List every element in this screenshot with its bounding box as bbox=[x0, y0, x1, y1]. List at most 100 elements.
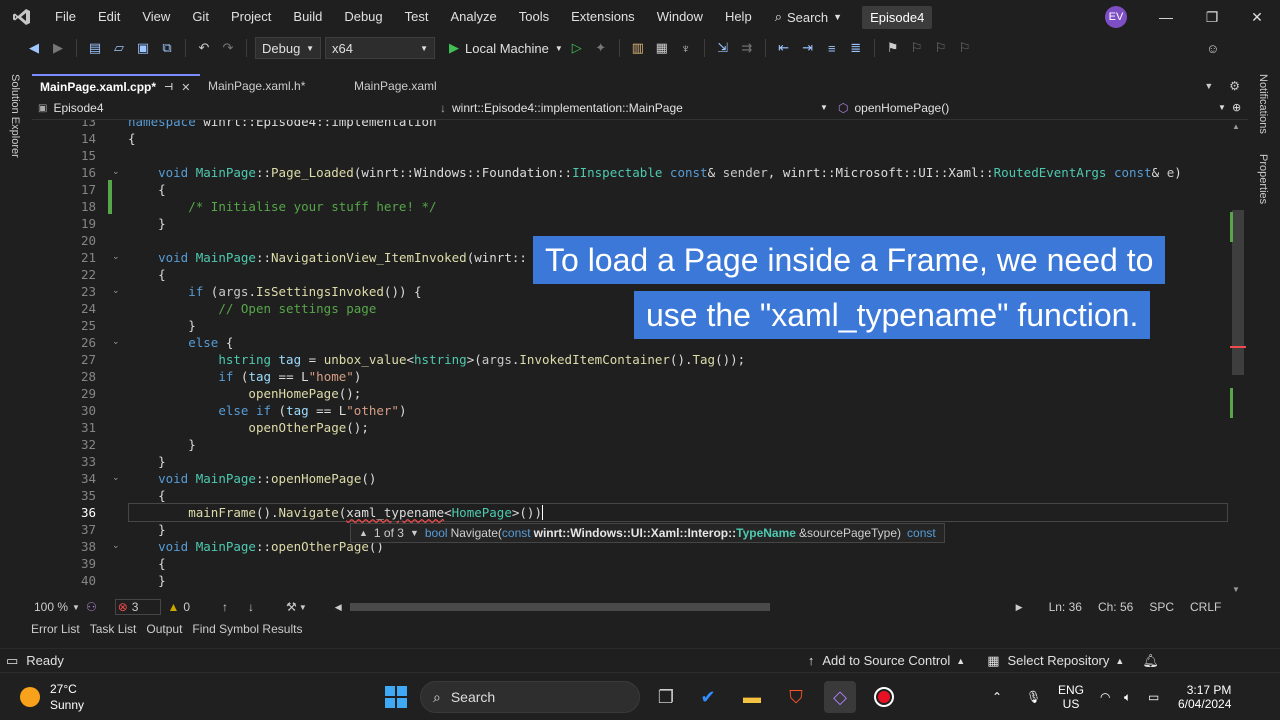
fold-icon[interactable]: ⌄ bbox=[112, 166, 120, 177]
chevron-down-icon[interactable]: ▼ bbox=[820, 103, 828, 112]
input-language[interactable]: ENG US bbox=[1058, 673, 1084, 720]
uncomment-icon[interactable]: ≣ bbox=[846, 38, 866, 58]
new-project-icon[interactable]: ▤ bbox=[85, 38, 105, 58]
pin-icon[interactable]: ⊣ bbox=[164, 82, 173, 93]
search-button[interactable]: ⌕ Search ▼ bbox=[775, 9, 842, 25]
weather-widget[interactable]: 27°C Sunny bbox=[20, 681, 84, 713]
visual-studio-logo-icon[interactable] bbox=[0, 0, 44, 34]
redo-icon[interactable]: ↷ bbox=[218, 38, 238, 58]
arrow-down-icon[interactable]: ↓ bbox=[248, 600, 254, 614]
scrollbar-thumb[interactable] bbox=[1232, 210, 1244, 375]
prev-bookmark-icon[interactable]: ⚐ bbox=[907, 38, 927, 58]
notifications-tab[interactable]: Notifications bbox=[1257, 74, 1269, 134]
solution-explorer-tab[interactable]: Solution Explorer bbox=[9, 74, 21, 158]
clock[interactable]: 3:17 PM 6/04/2024 bbox=[1178, 673, 1231, 720]
outdent-icon[interactable]: ⇤ bbox=[774, 38, 794, 58]
errors-indicator[interactable]: ⊗ 3 bbox=[114, 599, 162, 615]
intellicode-icon[interactable]: ⚇ bbox=[86, 600, 97, 614]
menu-file[interactable]: File bbox=[44, 0, 87, 34]
menu-tools[interactable]: Tools bbox=[508, 0, 560, 34]
file-explorer-icon[interactable]: ▬ bbox=[736, 681, 768, 713]
menu-view[interactable]: View bbox=[131, 0, 181, 34]
split-icon[interactable]: ⊕ bbox=[1232, 101, 1241, 114]
bookmark-icon[interactable]: ⚑ bbox=[883, 38, 903, 58]
forward-icon[interactable]: ▶ bbox=[48, 38, 68, 58]
code-editor[interactable]: 13 14 15 16 17 18 19 20 21 22 23 24 25 26 27 28 29 30 31 32… bbox=[32, 120, 1248, 598]
maximize-button[interactable]: ❐ bbox=[1189, 0, 1235, 34]
recorder-icon[interactable] bbox=[868, 681, 900, 713]
menu-edit[interactable]: Edit bbox=[87, 0, 131, 34]
horizontal-scrollbar-thumb[interactable] bbox=[349, 603, 770, 611]
zoom-level[interactable]: 100 % bbox=[34, 600, 68, 614]
comment-icon[interactable]: ≡ bbox=[822, 38, 842, 58]
menu-debug[interactable]: Debug bbox=[333, 0, 393, 34]
start-without-debugging-icon[interactable]: ▷ bbox=[567, 38, 587, 58]
save-all-icon[interactable]: ⧉ bbox=[157, 38, 177, 58]
todo-app-icon[interactable]: ✔ bbox=[692, 681, 724, 713]
scroll-down-icon[interactable]: ▼ bbox=[1232, 585, 1240, 594]
chevron-up-icon[interactable]: ▲ bbox=[1115, 656, 1124, 666]
volume-icon[interactable]: 🔈︎ bbox=[1124, 673, 1131, 720]
indent-icon[interactable]: ⇥ bbox=[798, 38, 818, 58]
tab-task-list[interactable]: Task List bbox=[90, 622, 137, 642]
microphone-icon[interactable]: 🎙︎ bbox=[1026, 673, 1041, 720]
prev-overload-icon[interactable]: ▲ bbox=[359, 528, 368, 538]
visual-studio-taskbar-icon[interactable]: ◇ bbox=[824, 681, 856, 713]
select-repository-button[interactable]: Select Repository bbox=[1008, 653, 1110, 668]
tab-overflow-button[interactable]: ▼ bbox=[1196, 74, 1221, 98]
fold-icon[interactable]: ⌄ bbox=[112, 540, 120, 551]
close-button[interactable]: ✕ bbox=[1234, 0, 1280, 34]
settings-button[interactable]: ⚙ bbox=[1221, 74, 1248, 98]
tab-mainpage-xaml-h[interactable]: MainPage.xaml.h* bbox=[200, 74, 346, 98]
fold-icon[interactable]: ⌄ bbox=[112, 472, 120, 483]
menu-analyze[interactable]: Analyze bbox=[439, 0, 507, 34]
menu-build[interactable]: Build bbox=[282, 0, 333, 34]
scroll-right-icon[interactable]: ▶ bbox=[1016, 602, 1023, 613]
tab-mainpage-xaml[interactable]: MainPage.xaml bbox=[346, 74, 466, 98]
battery-icon[interactable]: ▭ bbox=[1148, 673, 1159, 720]
user-avatar[interactable]: EV bbox=[1105, 6, 1127, 28]
step-over-icon[interactable]: ⇉ bbox=[737, 38, 757, 58]
close-icon[interactable]: ✕ bbox=[181, 81, 190, 94]
taskbar-search-box[interactable]: ⌕ Search bbox=[420, 681, 640, 713]
menu-test[interactable]: Test bbox=[394, 0, 440, 34]
menu-help[interactable]: Help bbox=[714, 0, 763, 34]
project-dropdown[interactable]: ▣ Episode4 bbox=[38, 101, 428, 115]
cleanup-icon[interactable]: ⚒ bbox=[286, 600, 297, 614]
clear-bookmarks-icon[interactable]: ⚐ bbox=[955, 38, 975, 58]
add-to-source-control-button[interactable]: Add to Source Control bbox=[822, 653, 950, 668]
start-debugging-button[interactable]: ▶ Local Machine ▼ bbox=[449, 40, 563, 56]
configuration-select[interactable]: Debug ▼ bbox=[255, 37, 321, 59]
task-view-icon[interactable]: ❐ bbox=[650, 681, 682, 713]
menu-project[interactable]: Project bbox=[220, 0, 282, 34]
properties-tab[interactable]: Properties bbox=[1257, 154, 1269, 204]
menu-extensions[interactable]: Extensions bbox=[560, 0, 646, 34]
step-icon[interactable]: ⇲ bbox=[713, 38, 733, 58]
fold-icon[interactable]: ⌄ bbox=[112, 285, 120, 296]
next-overload-icon[interactable]: ▼ bbox=[410, 528, 419, 538]
scroll-up-icon[interactable]: ▲ bbox=[1232, 122, 1240, 131]
minimize-button[interactable]: — bbox=[1143, 0, 1189, 34]
chevron-down-icon[interactable]: ▼ bbox=[1218, 103, 1226, 112]
tab-error-list[interactable]: Error List bbox=[31, 622, 80, 642]
chevron-up-icon[interactable]: ▲ bbox=[956, 656, 965, 666]
vertical-scrollbar[interactable]: ▲ ▼ bbox=[1228, 120, 1248, 598]
start-button[interactable] bbox=[380, 681, 412, 713]
scroll-left-icon[interactable]: ◀ bbox=[335, 602, 342, 613]
tab-find-symbol-results[interactable]: Find Symbol Results bbox=[192, 622, 302, 642]
chevron-down-icon[interactable]: ▼ bbox=[72, 603, 80, 612]
open-folder-icon[interactable]: ▱ bbox=[109, 38, 129, 58]
whitespace-mode[interactable]: SPC bbox=[1149, 600, 1174, 614]
hot-reload-icon[interactable]: ✦ bbox=[591, 38, 611, 58]
tab-output[interactable]: Output bbox=[146, 622, 182, 642]
tab-mainpage-xaml-cpp[interactable]: MainPage.xaml.cpp* ⊣ ✕ bbox=[32, 74, 200, 98]
warnings-indicator[interactable]: ▲ 0 bbox=[167, 600, 190, 614]
undo-icon[interactable]: ↶ bbox=[194, 38, 214, 58]
solution-explorer-icon[interactable]: ▥ bbox=[628, 38, 648, 58]
member-dropdown[interactable]: ⬡ openHomePage() bbox=[838, 101, 1228, 115]
menu-window[interactable]: Window bbox=[646, 0, 714, 34]
wifi-icon[interactable]: ◠ bbox=[1100, 673, 1110, 720]
notification-bell-icon[interactable]: 🔔︎ bbox=[1142, 653, 1159, 669]
back-icon[interactable]: ◀ bbox=[24, 38, 44, 58]
fold-icon[interactable]: ⌄ bbox=[112, 251, 120, 262]
